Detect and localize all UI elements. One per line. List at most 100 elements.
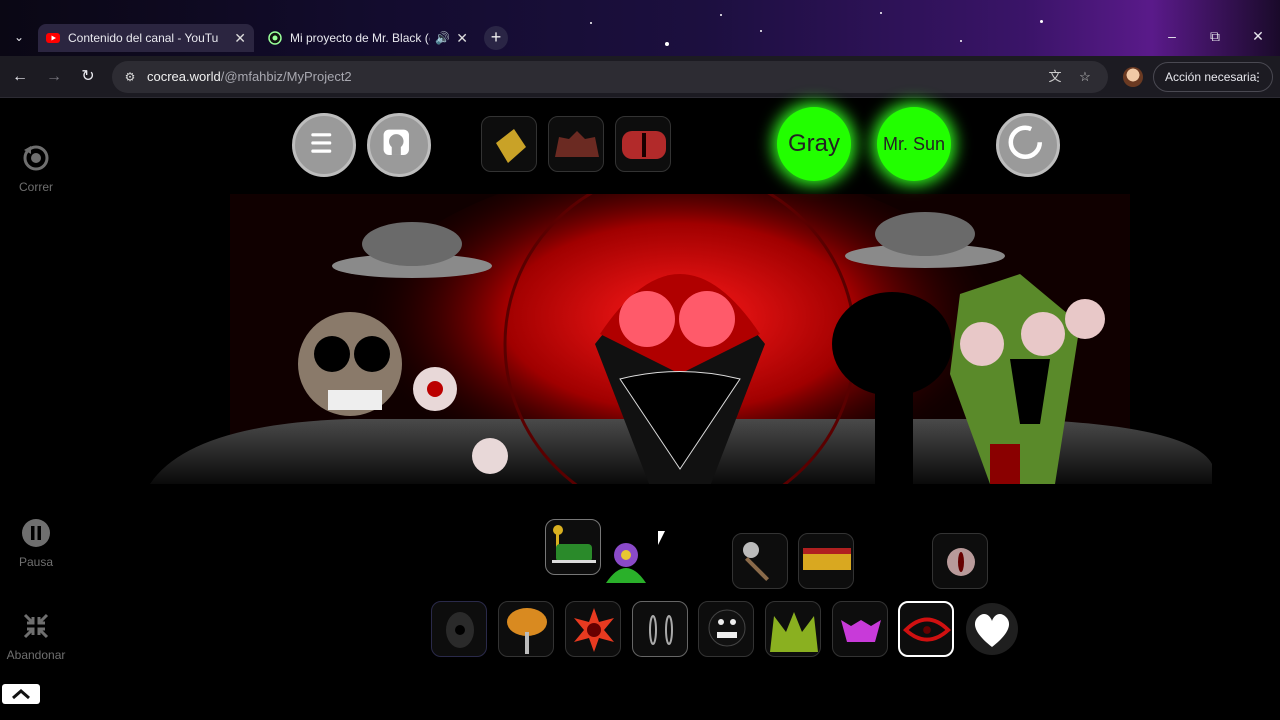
background-star bbox=[590, 22, 592, 24]
tab-title: Mi proyecto de Mr. Black (@ bbox=[290, 31, 430, 45]
lamp-icon bbox=[552, 525, 596, 563]
mode-mrsun-button[interactable]: Mr. Sun bbox=[877, 107, 951, 181]
restart-button[interactable]: Correr bbox=[4, 143, 68, 194]
character-button-4[interactable] bbox=[632, 601, 688, 657]
compress-icon bbox=[23, 613, 49, 639]
eye-icon bbox=[947, 548, 975, 576]
slit-eyes-icon bbox=[649, 615, 673, 645]
chevron-down-icon: ⌄ bbox=[13, 30, 25, 44]
more-vert-icon: ⋮ bbox=[1252, 70, 1264, 84]
restart-label: Correr bbox=[18, 180, 53, 194]
capsule-shape-icon bbox=[622, 131, 666, 159]
bonus-button-2[interactable] bbox=[548, 116, 604, 172]
diamond-shape-icon bbox=[496, 129, 526, 163]
tab-youtube[interactable]: Contenido del canal - YouTube ✕ bbox=[38, 24, 254, 52]
pause-label: Pausa bbox=[18, 555, 54, 569]
slot-item-4[interactable] bbox=[798, 533, 854, 589]
character-button-2[interactable] bbox=[498, 601, 554, 657]
tab-strip: ⌄ Contenido del canal - YouTube ✕ Mi pro… bbox=[0, 0, 1280, 56]
bookmark-star-icon[interactable]: ☆ bbox=[1076, 68, 1094, 86]
exit-label: Abandonar bbox=[6, 648, 66, 662]
pause-button[interactable]: Pausa bbox=[4, 518, 68, 569]
eyeball-icon bbox=[446, 612, 474, 648]
back-button[interactable]: ← bbox=[8, 65, 32, 89]
portrait-button[interactable] bbox=[367, 113, 431, 177]
menu-icon bbox=[311, 133, 332, 153]
background-star bbox=[880, 12, 882, 14]
profile-avatar[interactable] bbox=[1123, 67, 1143, 87]
slot-item-2[interactable] bbox=[598, 533, 654, 589]
character-button-5[interactable] bbox=[698, 601, 754, 657]
reset-button[interactable] bbox=[996, 113, 1060, 177]
arrow-right-icon: → bbox=[46, 68, 62, 85]
new-tab-button[interactable]: + bbox=[484, 26, 508, 50]
action-needed-label: Acción necesaria bbox=[1165, 70, 1257, 84]
bonus-button-1[interactable] bbox=[481, 116, 537, 172]
background-star bbox=[665, 42, 669, 46]
mushroom-icon bbox=[507, 608, 547, 654]
stripe-icon bbox=[803, 548, 851, 570]
background-star bbox=[760, 30, 762, 32]
character-button-3[interactable] bbox=[565, 601, 621, 657]
tab-title: Contenido del canal - YouTube bbox=[68, 31, 218, 45]
plus-icon: + bbox=[490, 27, 502, 47]
close-icon[interactable]: ✕ bbox=[456, 24, 468, 52]
grin-face-icon bbox=[708, 609, 746, 647]
tab-cocrea-project[interactable]: Mi proyecto de Mr. Black (@ 🔊 ✕ bbox=[260, 24, 476, 52]
site-info-icon[interactable]: ⚙ bbox=[122, 69, 138, 85]
character-button-7[interactable] bbox=[832, 601, 888, 657]
url-text[interactable]: cocrea.world/@mfahbiz/MyProject2 bbox=[147, 61, 352, 93]
bonus-button-3[interactable] bbox=[615, 116, 671, 172]
background-star bbox=[960, 40, 962, 42]
reload-icon: ↻ bbox=[81, 68, 95, 85]
exit-button[interactable]: Abandonar bbox=[4, 611, 68, 662]
collapse-button[interactable] bbox=[2, 684, 40, 704]
slot-item-1[interactable] bbox=[545, 519, 601, 575]
close-icon[interactable]: ✕ bbox=[234, 24, 246, 52]
address-bar[interactable]: ⚙ cocrea.world/@mfahbiz/MyProject2 文 ☆ bbox=[112, 61, 1108, 93]
speaker-icon[interactable]: 🔊 bbox=[435, 24, 450, 52]
slot-item-5[interactable] bbox=[932, 533, 988, 589]
background-star bbox=[1040, 20, 1043, 23]
character-scene bbox=[150, 194, 1212, 484]
game-canvas[interactable]: Correr Pausa Abandonar Gray Mr. Sun bbox=[0, 99, 1280, 720]
slot-item-3[interactable] bbox=[732, 533, 788, 589]
character-button-1[interactable] bbox=[431, 601, 487, 657]
starburst-icon bbox=[574, 608, 614, 652]
mace-icon bbox=[743, 542, 770, 582]
menu-button[interactable] bbox=[292, 113, 356, 177]
mode-mrsun-label: Mr. Sun bbox=[882, 134, 946, 154]
hat-shape-icon bbox=[555, 131, 599, 157]
window-close-button[interactable]: ✕ bbox=[1238, 22, 1278, 50]
purple-hat-icon bbox=[841, 620, 881, 642]
reload-button[interactable]: ↻ bbox=[76, 65, 100, 89]
background-star bbox=[720, 14, 722, 16]
favorite-button[interactable] bbox=[964, 601, 1020, 657]
character-button-8[interactable] bbox=[898, 601, 954, 657]
portrait-icon bbox=[383, 129, 409, 155]
leaf-hair-icon bbox=[770, 612, 818, 652]
mode-gray-label: Gray bbox=[787, 130, 840, 157]
minimize-button[interactable]: – bbox=[1152, 22, 1192, 50]
cocrea-icon bbox=[268, 31, 282, 45]
character-button-6[interactable] bbox=[765, 601, 821, 657]
flower-icon bbox=[606, 543, 646, 583]
mouse-cursor bbox=[658, 531, 665, 545]
forward-button[interactable]: → bbox=[42, 65, 66, 89]
pause-icon bbox=[22, 519, 50, 547]
red-eye-icon bbox=[902, 617, 952, 642]
reset-icon bbox=[1008, 125, 1043, 160]
youtube-icon bbox=[46, 33, 60, 43]
restore-button[interactable]: ⧉ bbox=[1195, 22, 1235, 50]
mode-gray-button[interactable]: Gray bbox=[777, 107, 851, 181]
tab-search-button[interactable]: ⌄ bbox=[8, 26, 30, 48]
arrow-left-icon: ← bbox=[12, 68, 28, 85]
browser-toolbar: ← → ↻ ⚙ cocrea.world/@mfahbiz/MyProject2… bbox=[0, 56, 1280, 98]
action-needed-button[interactable]: Acción necesaria ⋮ bbox=[1153, 62, 1273, 92]
url-path: /@mfahbiz/MyProject2 bbox=[220, 69, 352, 84]
url-host: cocrea.world bbox=[147, 69, 221, 84]
chevron-up-icon bbox=[12, 689, 30, 700]
translate-icon[interactable]: 文 bbox=[1046, 68, 1064, 86]
replay-icon bbox=[23, 145, 49, 171]
heart-icon bbox=[966, 603, 1018, 655]
